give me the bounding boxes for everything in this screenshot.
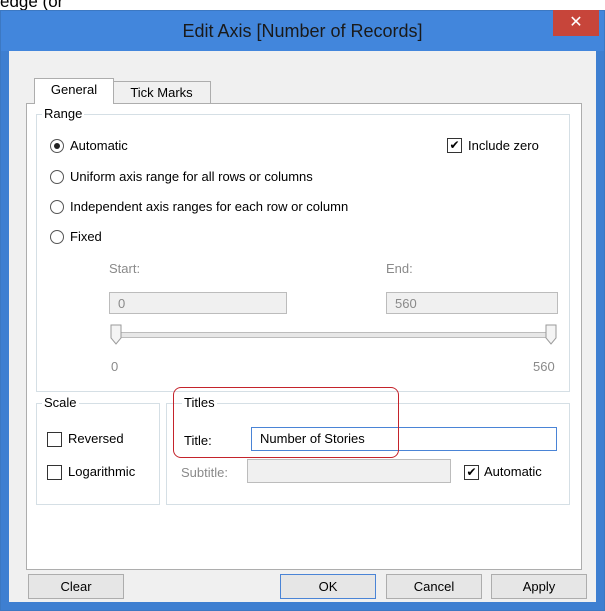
tab-label: Tick Marks	[130, 85, 193, 100]
close-button[interactable]: ✕	[553, 10, 599, 36]
apply-button[interactable]: Apply	[491, 574, 587, 599]
uniform-range-radio[interactable]	[50, 170, 64, 184]
automatic-subtitle-checkbox[interactable]: ✔	[464, 465, 479, 480]
include-zero-checkbox[interactable]: ✔	[447, 138, 462, 153]
fixed-label[interactable]: Fixed	[70, 229, 102, 244]
scale-group-label: Scale	[42, 395, 79, 410]
reversed-checkbox[interactable]	[47, 432, 62, 447]
independent-range-label[interactable]: Independent axis ranges for each row or …	[70, 199, 348, 214]
automatic-radio[interactable]	[50, 139, 64, 153]
start-label: Start:	[109, 261, 141, 276]
scale-group	[36, 403, 160, 505]
tab-general[interactable]: General	[34, 78, 114, 104]
subtitle-label: Subtitle:	[181, 465, 228, 480]
automatic-subtitle-label[interactable]: Automatic	[484, 464, 542, 479]
fixed-radio[interactable]	[50, 230, 64, 244]
automatic-label[interactable]: Automatic	[70, 138, 128, 153]
slider-end-handle[interactable]	[545, 324, 557, 346]
include-zero-label[interactable]: Include zero	[468, 138, 539, 153]
uniform-range-label[interactable]: Uniform axis range for all rows or colum…	[70, 169, 313, 184]
subtitle-input[interactable]	[247, 459, 451, 483]
close-icon: ✕	[569, 14, 583, 31]
independent-range-radio[interactable]	[50, 200, 64, 214]
title-bar: Edit Axis [Number of Records] ✕	[1, 10, 604, 51]
cancel-button[interactable]: Cancel	[386, 574, 482, 599]
end-label: End:	[386, 261, 413, 276]
end-input[interactable]: 560	[386, 292, 558, 314]
dialog-client-area: Tick Marks General Range Automatic ✔ Inc…	[9, 51, 596, 602]
range-group-label: Range	[42, 106, 85, 121]
general-tab-panel: Range Automatic ✔ Include zero Uniform a…	[26, 103, 582, 570]
range-slider-track[interactable]	[114, 332, 554, 338]
logarithmic-checkbox[interactable]	[47, 465, 62, 480]
slider-start-handle[interactable]	[110, 324, 122, 346]
clear-button[interactable]: Clear	[28, 574, 124, 599]
start-input[interactable]: 0	[109, 292, 287, 314]
annotation-highlight	[173, 387, 399, 458]
tab-tick-marks[interactable]: Tick Marks	[112, 81, 211, 105]
slider-max-label: 560	[533, 359, 555, 374]
slider-min-label: 0	[111, 359, 119, 374]
edit-axis-dialog: Edit Axis [Number of Records] ✕ Tick Mar…	[0, 10, 605, 611]
window-title: Edit Axis [Number of Records]	[182, 21, 423, 41]
tab-label: General	[50, 82, 98, 97]
logarithmic-label[interactable]: Logarithmic	[68, 464, 135, 479]
range-group	[36, 114, 570, 392]
reversed-label[interactable]: Reversed	[68, 431, 124, 446]
ok-button[interactable]: OK	[280, 574, 376, 599]
